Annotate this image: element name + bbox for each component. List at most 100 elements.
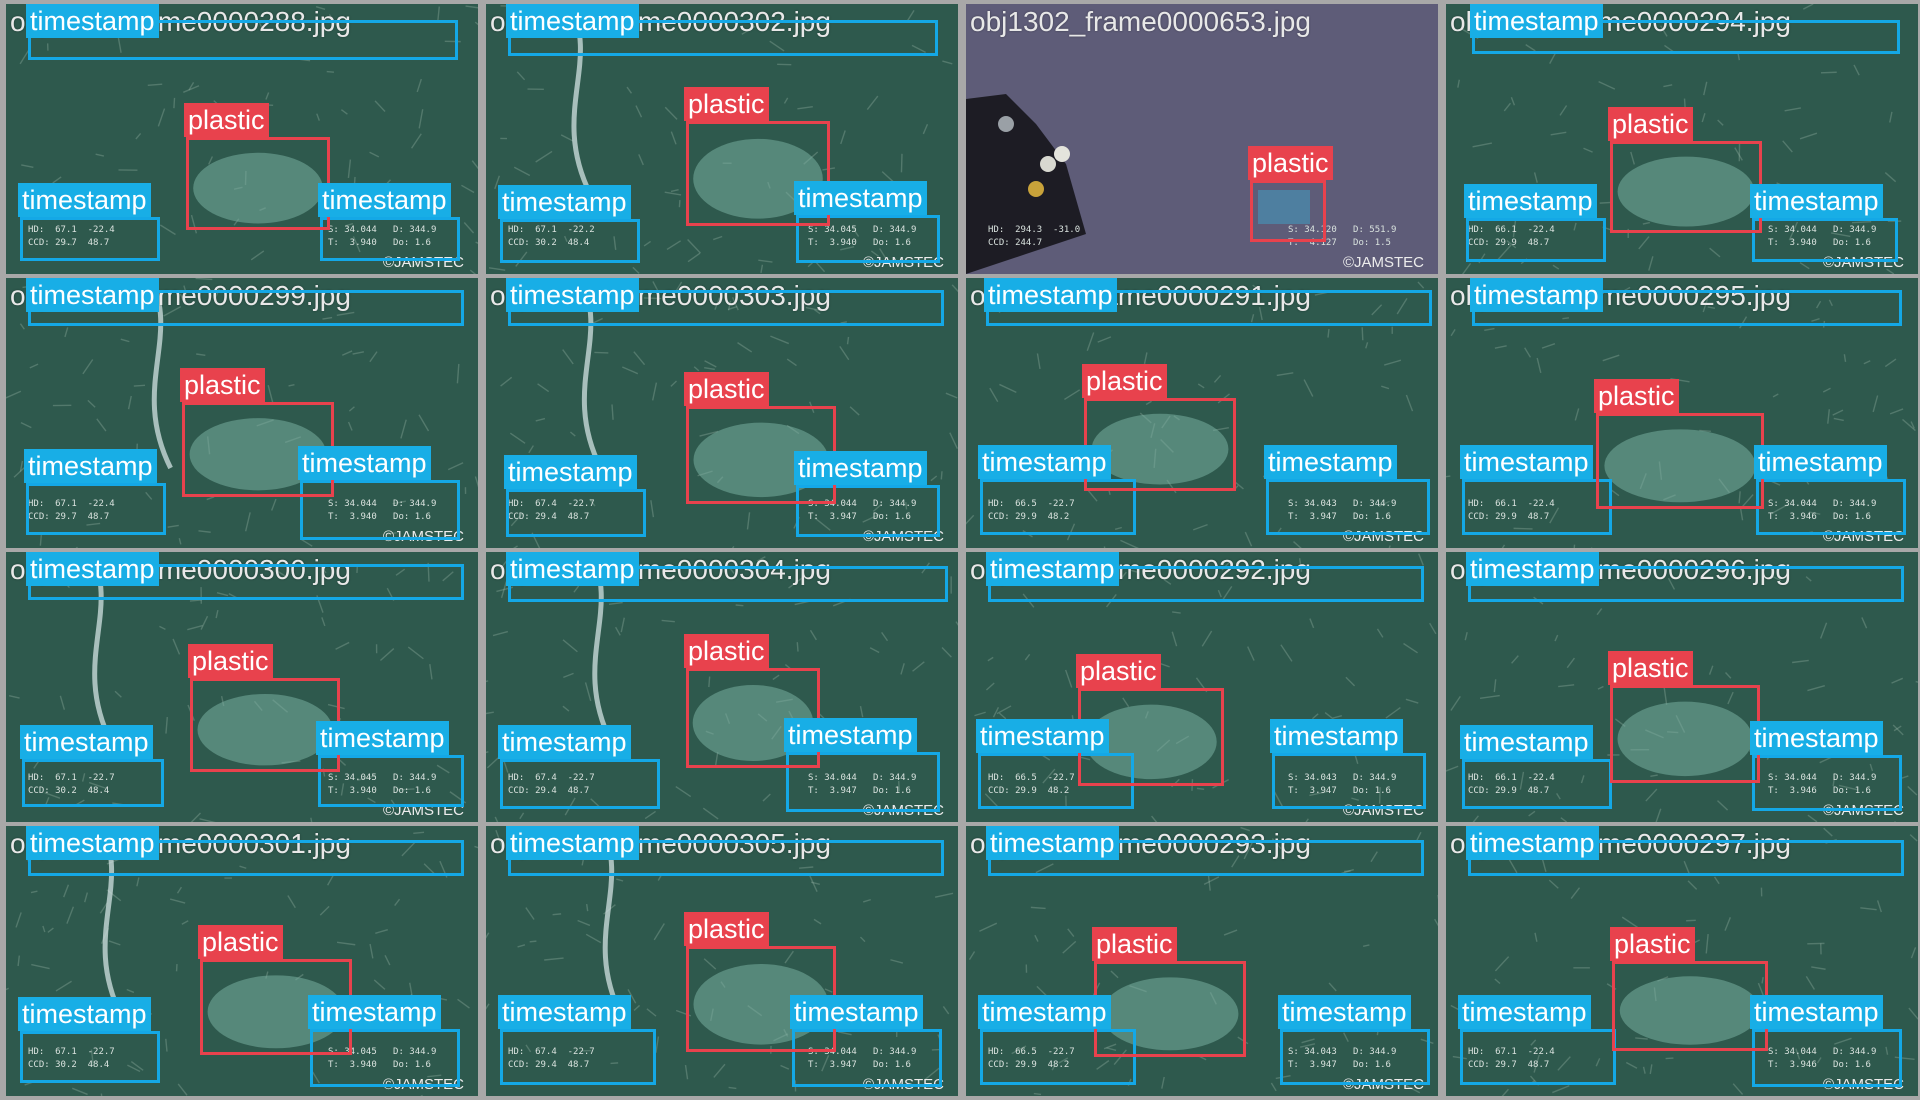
plastic-label: plastic xyxy=(684,372,769,406)
detection-mosaic: obj1314_frame0000288.jpg HD: 67.1 -22.4 C… xyxy=(0,0,1920,1100)
frame-tile: obj1314_frame0000288.jpg HD: 67.1 -22.4 C… xyxy=(6,4,478,274)
frame-tile: obj1302_frame0000653.jpg HD: 294.3 -31.0 … xyxy=(966,4,1438,274)
timestamp-label: timestamp xyxy=(498,725,631,759)
timestamp-label: timestamp xyxy=(986,826,1119,860)
timestamp-bounding-box xyxy=(1460,1029,1616,1085)
timestamp-label: timestamp xyxy=(298,446,431,480)
frame-tile: obj1314_frame0000304.jpg HD: 67.4 -22.7 C… xyxy=(486,552,958,822)
timestamp-bounding-box xyxy=(500,219,640,263)
timestamp-label: timestamp xyxy=(1460,725,1593,759)
timestamp-label: timestamp xyxy=(318,183,451,217)
timestamp-label: timestamp xyxy=(1750,995,1883,1029)
timestamp-bounding-box xyxy=(26,483,166,535)
plastic-bounding-box xyxy=(1596,413,1764,509)
timestamp-label: timestamp xyxy=(978,995,1111,1029)
timestamp-bounding-box xyxy=(320,217,460,261)
timestamp-label: timestamp xyxy=(498,185,631,219)
timestamp-label: timestamp xyxy=(1458,995,1591,1029)
timestamp-bounding-box xyxy=(1462,479,1612,535)
timestamp-label: timestamp xyxy=(1470,278,1603,312)
timestamp-bounding-box xyxy=(1752,218,1898,262)
plastic-label: plastic xyxy=(1076,654,1161,688)
frame-tile: obj1314_frame0000297.jpg HD: 67.1 -22.4 C… xyxy=(1446,826,1918,1096)
frame-tile: obj1314_frame0000300.jpg HD: 67.1 -22.7 C… xyxy=(6,552,478,822)
timestamp-label: timestamp xyxy=(1470,4,1603,38)
plastic-label: plastic xyxy=(198,925,283,959)
plastic-label: plastic xyxy=(188,644,273,678)
plastic-label: plastic xyxy=(1594,379,1679,413)
frame-tile: obj1314_frame0000293.jpg HD: 66.5 -22.7 C… xyxy=(966,826,1438,1096)
timestamp-label: timestamp xyxy=(794,181,927,215)
timestamp-bounding-box xyxy=(1756,479,1906,535)
timestamp-label: timestamp xyxy=(1270,719,1403,753)
timestamp-bounding-box xyxy=(1752,755,1902,811)
plastic-label: plastic xyxy=(184,103,269,137)
plastic-bounding-box xyxy=(186,137,330,230)
plastic-label: plastic xyxy=(684,912,769,946)
hud-left-readout: HD: 294.3 -31.0 CCD: 244.7 xyxy=(988,225,1081,248)
timestamp-label: timestamp xyxy=(498,995,631,1029)
timestamp-label: timestamp xyxy=(1754,445,1887,479)
plastic-label: plastic xyxy=(1082,364,1167,398)
timestamp-label: timestamp xyxy=(1278,995,1411,1029)
timestamp-label: timestamp xyxy=(794,451,927,485)
timestamp-label: timestamp xyxy=(1750,184,1883,218)
timestamp-label: timestamp xyxy=(978,445,1111,479)
timestamp-label: timestamp xyxy=(506,826,639,860)
frame-tile: obj1314_frame0000303.jpg HD: 67.4 -22.7 C… xyxy=(486,278,958,548)
timestamp-label: timestamp xyxy=(1464,184,1597,218)
plastic-label: plastic xyxy=(1608,651,1693,685)
timestamp-bounding-box xyxy=(500,759,660,809)
timestamp-bounding-box xyxy=(1266,479,1430,535)
frame-filename: obj1302_frame0000653.jpg xyxy=(970,6,1311,37)
timestamp-label: timestamp xyxy=(1750,721,1883,755)
timestamp-bounding-box xyxy=(20,1031,160,1083)
timestamp-label: timestamp xyxy=(1466,552,1599,586)
plastic-label: plastic xyxy=(684,87,769,121)
timestamp-bounding-box xyxy=(20,217,160,261)
plastic-bounding-box xyxy=(1094,961,1246,1057)
timestamp-label: timestamp xyxy=(316,721,449,755)
timestamp-bounding-box xyxy=(500,1029,656,1085)
plastic-label: plastic xyxy=(1608,107,1693,141)
timestamp-bounding-box xyxy=(1280,1029,1430,1085)
timestamp-bounding-box xyxy=(1752,1029,1902,1087)
timestamp-label: timestamp xyxy=(504,455,637,489)
plastic-label: plastic xyxy=(180,368,265,402)
timestamp-label: timestamp xyxy=(784,718,917,752)
timestamp-bounding-box xyxy=(22,759,164,807)
timestamp-label: timestamp xyxy=(1466,826,1599,860)
timestamp-label: timestamp xyxy=(20,725,153,759)
timestamp-label: timestamp xyxy=(26,278,159,312)
plastic-bounding-box xyxy=(1610,685,1760,783)
timestamp-label: timestamp xyxy=(506,552,639,586)
frame-tile: obj1314_frame0000292.jpg HD: 66.5 -22.7 C… xyxy=(966,552,1438,822)
timestamp-label: timestamp xyxy=(986,552,1119,586)
frame-tile: obj1314_frame0000291.jpg HD: 66.5 -22.7 C… xyxy=(966,278,1438,548)
timestamp-label: timestamp xyxy=(506,4,639,38)
plastic-label: plastic xyxy=(1610,927,1695,961)
frame-tile: obj1314_frame0000302.jpg HD: 67.1 -22.2 C… xyxy=(486,4,958,274)
plastic-label: plastic xyxy=(1092,927,1177,961)
timestamp-label: timestamp xyxy=(26,826,159,860)
timestamp-label: timestamp xyxy=(984,278,1117,312)
timestamp-label: timestamp xyxy=(26,552,159,586)
timestamp-label: timestamp xyxy=(976,719,1109,753)
timestamp-label: timestamp xyxy=(790,995,923,1029)
timestamp-label: timestamp xyxy=(18,183,151,217)
timestamp-bounding-box xyxy=(1466,218,1606,262)
frame-tile: obj1314_frame0000294.jpg HD: 66.1 -22.4 C… xyxy=(1446,4,1918,274)
timestamp-bounding-box xyxy=(1272,753,1426,809)
timestamp-bounding-box xyxy=(1462,759,1612,809)
frame-tile: obj1314_frame0000296.jpg HD: 66.1 -22.4 C… xyxy=(1446,552,1918,822)
timestamp-label: timestamp xyxy=(1264,445,1397,479)
timestamp-label: timestamp xyxy=(24,449,157,483)
copyright-mark: ©JAMSTEC xyxy=(1342,254,1424,271)
frame-tile: obj1314_frame0000299.jpg HD: 67.1 -22.4 C… xyxy=(6,278,478,548)
timestamp-label: timestamp xyxy=(26,4,159,38)
frame-tile: obj1314_frame0000301.jpg HD: 67.1 -22.7 C… xyxy=(6,826,478,1096)
timestamp-label: timestamp xyxy=(506,278,639,312)
timestamp-label: timestamp xyxy=(18,997,151,1031)
plastic-bounding-box xyxy=(1612,961,1768,1051)
timestamp-bounding-box xyxy=(506,489,646,537)
